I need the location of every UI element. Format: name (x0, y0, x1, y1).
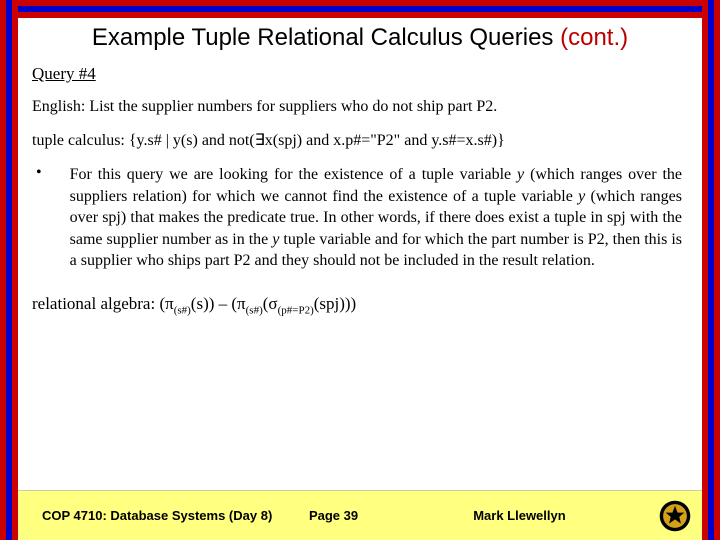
ra-p2: (s)) – (π (191, 294, 246, 313)
ucf-logo-icon (658, 499, 692, 533)
ra-p3: (σ (263, 294, 278, 313)
title-cont: (cont.) (560, 24, 628, 51)
english-line: English: List the supplier numbers for s… (32, 98, 688, 116)
title-main: Example Tuple Relational Calculus Querie… (92, 24, 554, 51)
tuple-calculus-line: tuple calculus: {y.s# | y(s) and not(∃x(… (32, 130, 688, 150)
ra-sub1: (s#) (174, 304, 191, 316)
bullet-row: • For this query we are looking for the … (32, 164, 688, 272)
slide-title: Example Tuple Relational Calculus Querie… (32, 24, 688, 52)
english-prefix: English: (32, 98, 89, 115)
footer-page: Page 39 (309, 508, 473, 523)
slide-body: Example Tuple Relational Calculus Querie… (18, 18, 702, 490)
slide-frame: Example Tuple Relational Calculus Querie… (0, 0, 720, 540)
footer-bar: COP 4710: Database Systems (Day 8) Page … (18, 490, 702, 540)
ra-sub2: (s#) (246, 304, 263, 316)
bullet-seg1: For this query we are looking for the ex… (70, 166, 517, 183)
bullet-mark: • (32, 164, 42, 272)
ra-prefix: relational algebra: (32, 294, 159, 313)
relational-algebra-line: relational algebra: (π(s#)(s)) – (π(s#)(… (32, 294, 688, 316)
tuple-prefix: tuple calculus: (32, 132, 129, 149)
footer-course: COP 4710: Database Systems (Day 8) (42, 508, 309, 523)
ra-p1: (π (159, 294, 173, 313)
english-text: List the supplier numbers for suppliers … (89, 98, 497, 115)
ra-p4: (spj))) (314, 294, 356, 313)
ra-sub3: (p#=P2) (278, 304, 314, 316)
bullet-text: For this query we are looking for the ex… (70, 164, 688, 272)
query-label: Query #4 (32, 64, 688, 84)
tuple-expression: {y.s# | y(s) and not(∃x(spj) and x.p#="P… (129, 132, 505, 149)
footer-author: Mark Llewellyn (473, 508, 658, 523)
